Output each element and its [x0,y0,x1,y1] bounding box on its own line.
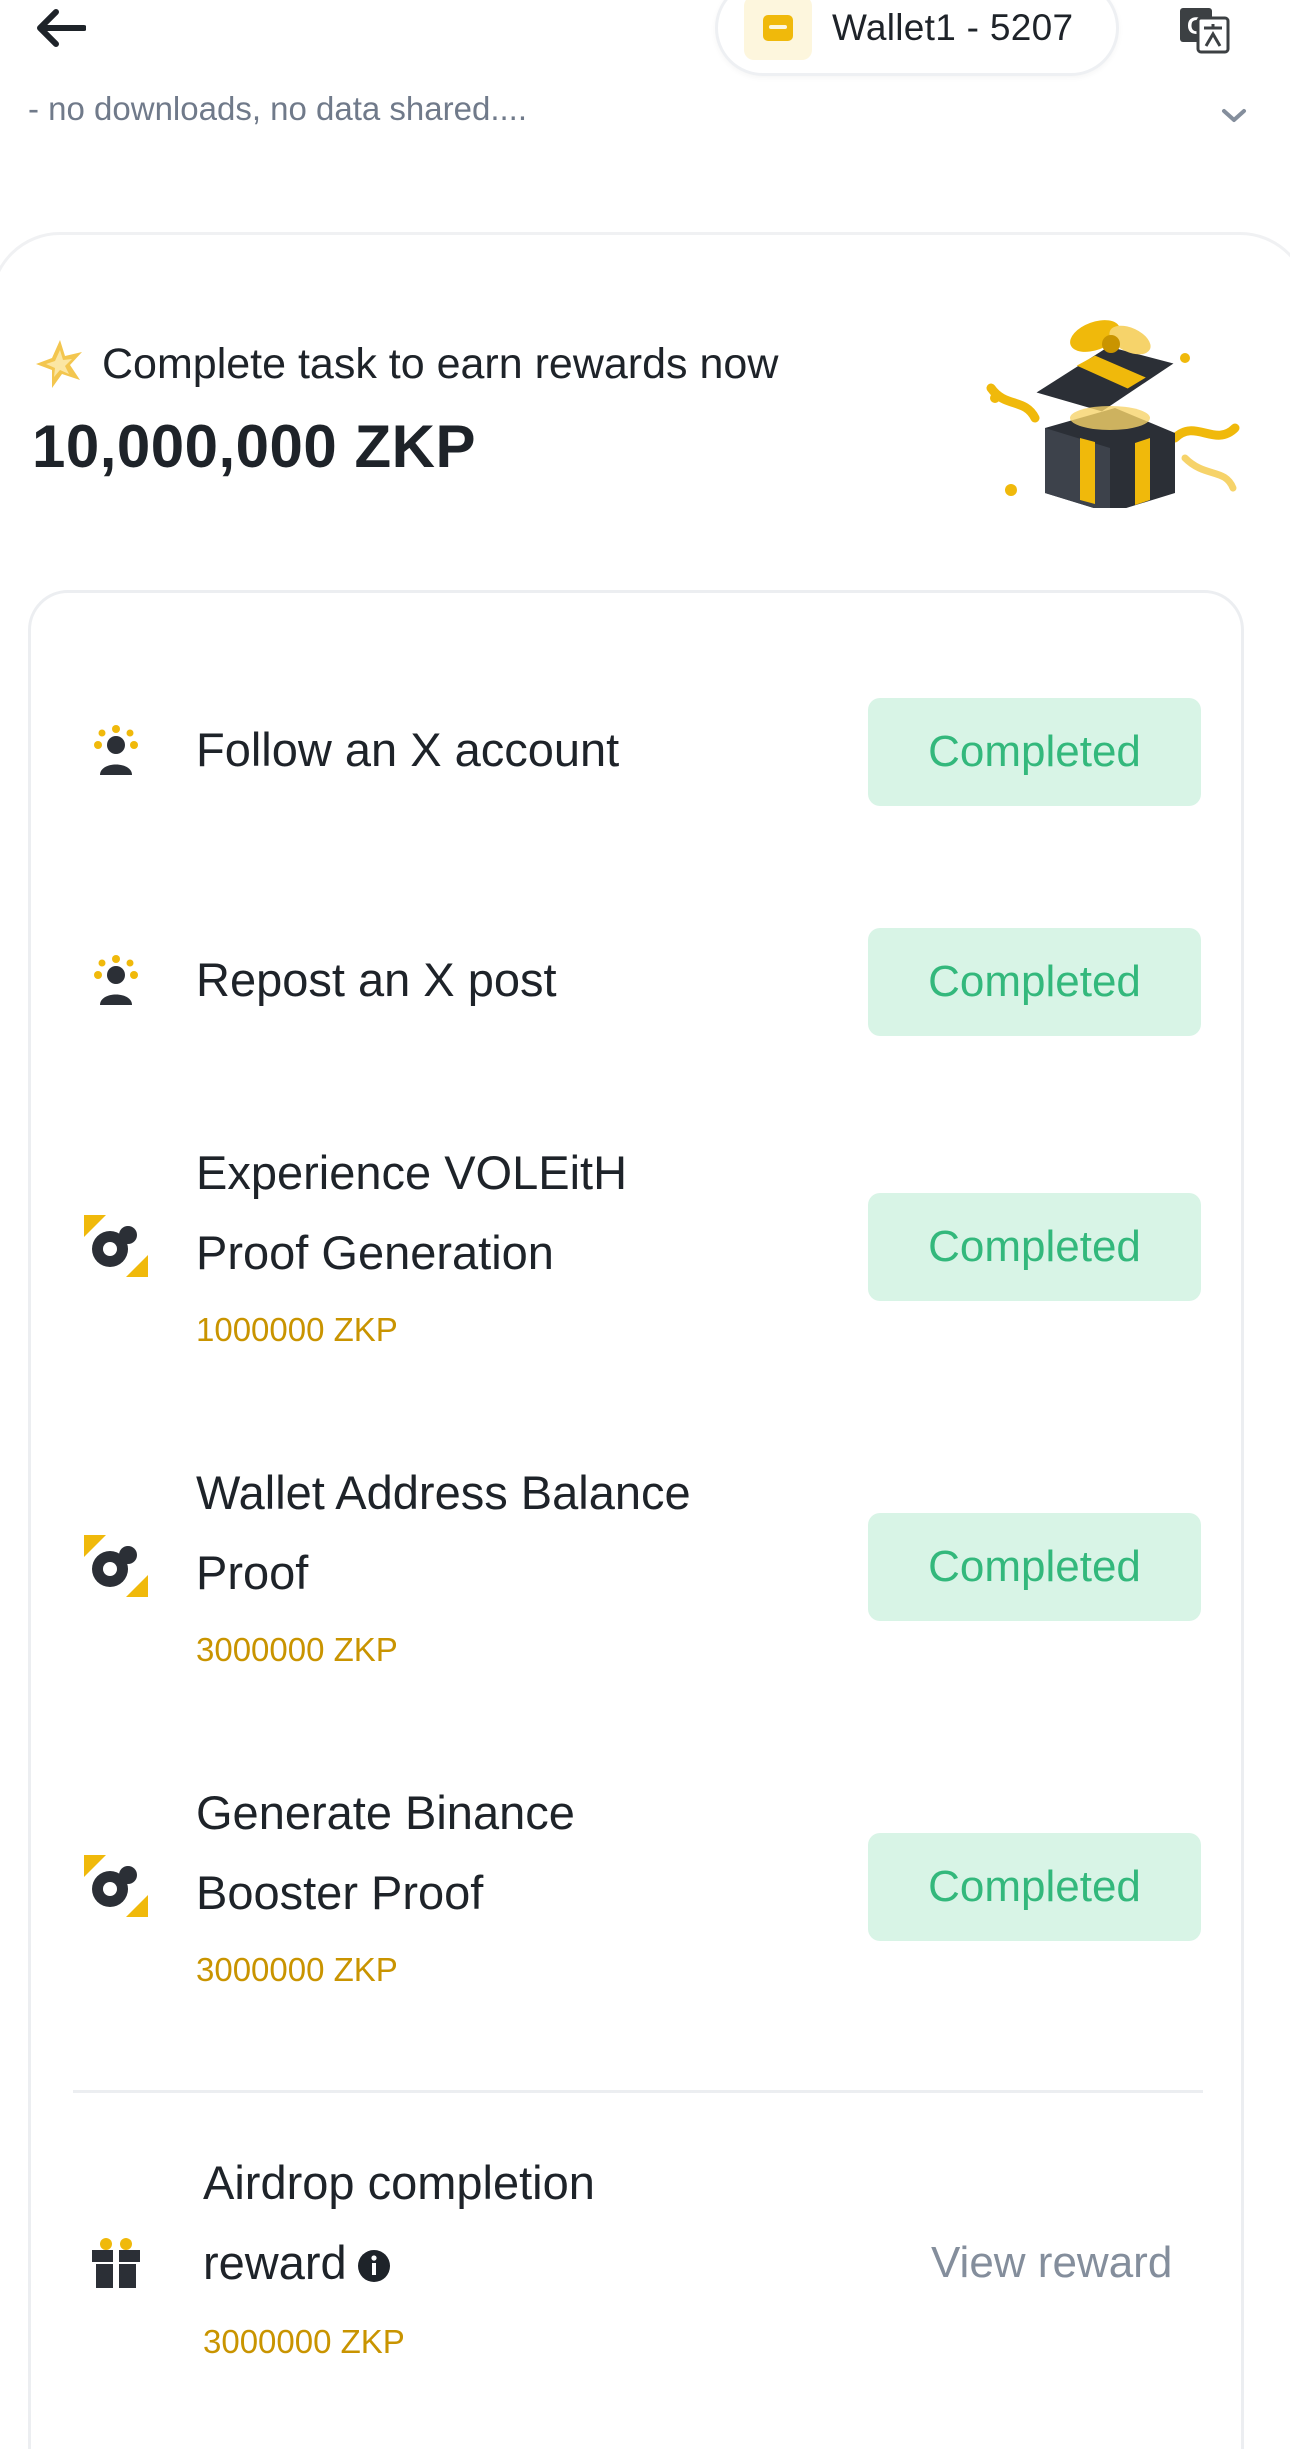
gift-box-illustration [986,320,1240,508]
task-row-voleith-proof: Experience VOLEitH Proof Generation 1000… [31,1133,1247,1373]
page: Wallet1 - 5207 G - no downloads, no data… [0,0,1290,2449]
page-subtitle: - no downloads, no data shared.... [28,90,1246,140]
expand-button[interactable] [1210,96,1258,136]
translate-button[interactable]: G [1176,4,1232,56]
completed-button[interactable]: Completed [868,1513,1201,1621]
task-reward: 1000000 ZKP [196,1311,398,1348]
task-row-balance-proof: Wallet Address Balance Proof 3000000 ZKP… [31,1453,1247,1693]
translate-icon: G [1180,8,1230,54]
completed-button[interactable]: Completed [868,1833,1201,1941]
task-title: Follow an X account [196,723,620,776]
back-button[interactable] [30,0,90,56]
task-list: Follow an X account Completed Repost an … [28,590,1244,2449]
task-title-line-1: Wallet Address Balance [196,1466,691,1519]
task-row-binance-booster-proof: Generate Binance Booster Proof 3000000 Z… [31,1773,1247,2013]
view-reward-link[interactable]: View reward [931,2238,1172,2288]
task-reward: 3000000 ZKP [196,1631,398,1668]
proof-icon [81,1531,151,1601]
people-icon [81,718,151,788]
task-reward: 3000000 ZKP [196,1951,398,1988]
wallet-selector[interactable]: Wallet1 - 5207 [715,0,1119,76]
wallet-name: Wallet1 - 5207 [832,7,1074,48]
wallet-icon [744,0,812,60]
people-icon [81,948,151,1018]
completed-button[interactable]: Completed [868,1193,1201,1301]
task-title-line-2: Proof Generation [196,1226,554,1279]
sparkle-icon [36,340,82,388]
airdrop-reward-amount: 3000000 ZKP [203,2323,405,2360]
task-title: Repost an X post [196,953,557,1006]
info-icon[interactable] [357,2227,391,2307]
task-title-line-1: Experience VOLEitH [196,1146,628,1199]
task-title-line-2: Proof [196,1546,309,1599]
airdrop-title-line-1: Airdrop completion [203,2156,595,2209]
task-row-follow-x: Follow an X account Completed [31,698,1247,808]
completed-button[interactable]: Completed [868,928,1201,1036]
airdrop-title-text: reward [203,2236,347,2289]
hero-heading: Complete task to earn rewards now [32,336,778,392]
completed-button[interactable]: Completed [868,698,1201,806]
chevron-down-icon [1222,109,1246,122]
subtitle-text: - no downloads, no data shared.... [28,90,527,127]
airdrop-title-line-2: reward [203,2223,391,2307]
proof-icon [81,1851,151,1921]
task-title-line-1: Generate Binance [196,1786,575,1839]
task-row-repost-x: Repost an X post Completed [31,928,1247,1038]
hero-text: Complete task to earn rewards now [102,339,779,388]
proof-icon [81,1211,151,1281]
total-reward-amount: 10,000,000 ZKP [32,413,476,480]
gift-icon [81,2229,151,2299]
divider [73,2090,1203,2093]
arrow-left-icon [37,9,86,47]
task-title-line-2: Booster Proof [196,1866,484,1919]
